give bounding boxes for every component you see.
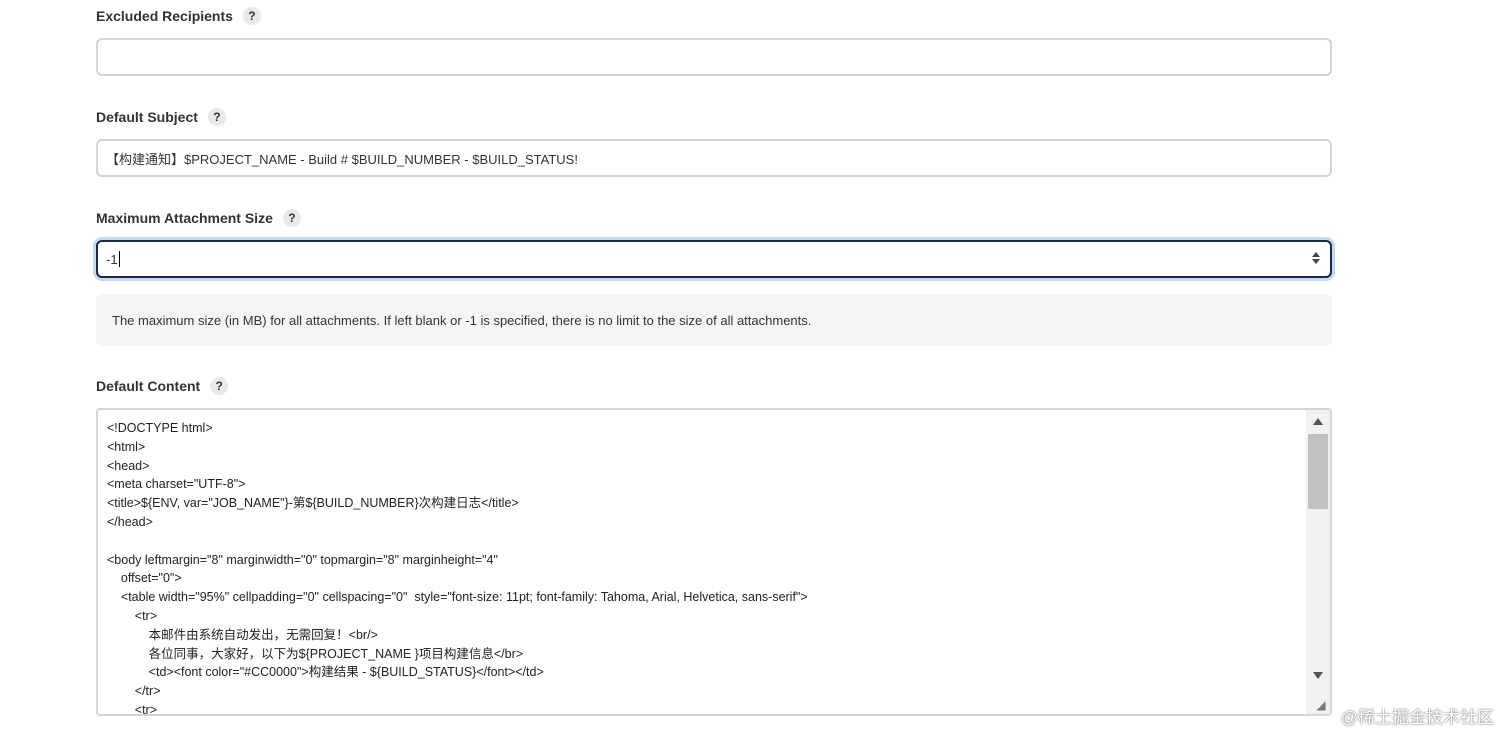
max-attachment-size-label-text: Maximum Attachment Size <box>96 210 273 226</box>
scroll-up-icon[interactable] <box>1313 418 1323 425</box>
watermark: @稀土掘金技术社区 <box>1340 708 1494 727</box>
max-attachment-size-input[interactable]: -1 <box>96 240 1332 278</box>
help-icon[interactable]: ? <box>242 7 261 25</box>
default-subject-value: 【构建通知】$PROJECT_NAME - Build # $BUILD_NUM… <box>106 151 578 167</box>
default-content-label-text: Default Content <box>96 378 201 394</box>
excluded-recipients-input[interactable] <box>96 38 1332 76</box>
max-attachment-size-value: -1 <box>106 251 118 267</box>
excluded-recipients-label: Excluded Recipients ? <box>96 4 261 28</box>
max-attachment-size-help: The maximum size (in MB) for all attachm… <box>96 294 1332 346</box>
number-spinner[interactable] <box>1312 252 1320 264</box>
scroll-down-icon[interactable] <box>1313 672 1323 679</box>
help-icon[interactable]: ? <box>282 209 301 227</box>
help-icon[interactable]: ? <box>210 377 229 395</box>
default-subject-label-text: Default Subject <box>96 109 198 125</box>
text-caret <box>118 251 120 267</box>
max-attachment-size-help-text: The maximum size (in MB) for all attachm… <box>112 312 812 328</box>
scroll-thumb[interactable] <box>1308 434 1328 509</box>
max-attachment-size-label: Maximum Attachment Size ? <box>96 206 301 230</box>
vertical-scrollbar[interactable] <box>1306 410 1330 714</box>
default-content-label: Default Content ? <box>96 374 229 398</box>
help-icon[interactable]: ? <box>207 108 226 126</box>
excluded-recipients-label-text: Excluded Recipients <box>96 8 233 24</box>
default-content-value: <!DOCTYPE html> <html> <head> <meta char… <box>107 421 808 716</box>
default-subject-label: Default Subject ? <box>96 105 226 129</box>
default-subject-input[interactable]: 【构建通知】$PROJECT_NAME - Build # $BUILD_NUM… <box>96 139 1332 177</box>
spinner-down-icon[interactable] <box>1312 259 1320 264</box>
spinner-up-icon[interactable] <box>1312 252 1320 257</box>
default-content-textarea[interactable]: <!DOCTYPE html> <html> <head> <meta char… <box>96 408 1332 716</box>
resize-handle-icon[interactable]: ◢ <box>1314 698 1328 712</box>
